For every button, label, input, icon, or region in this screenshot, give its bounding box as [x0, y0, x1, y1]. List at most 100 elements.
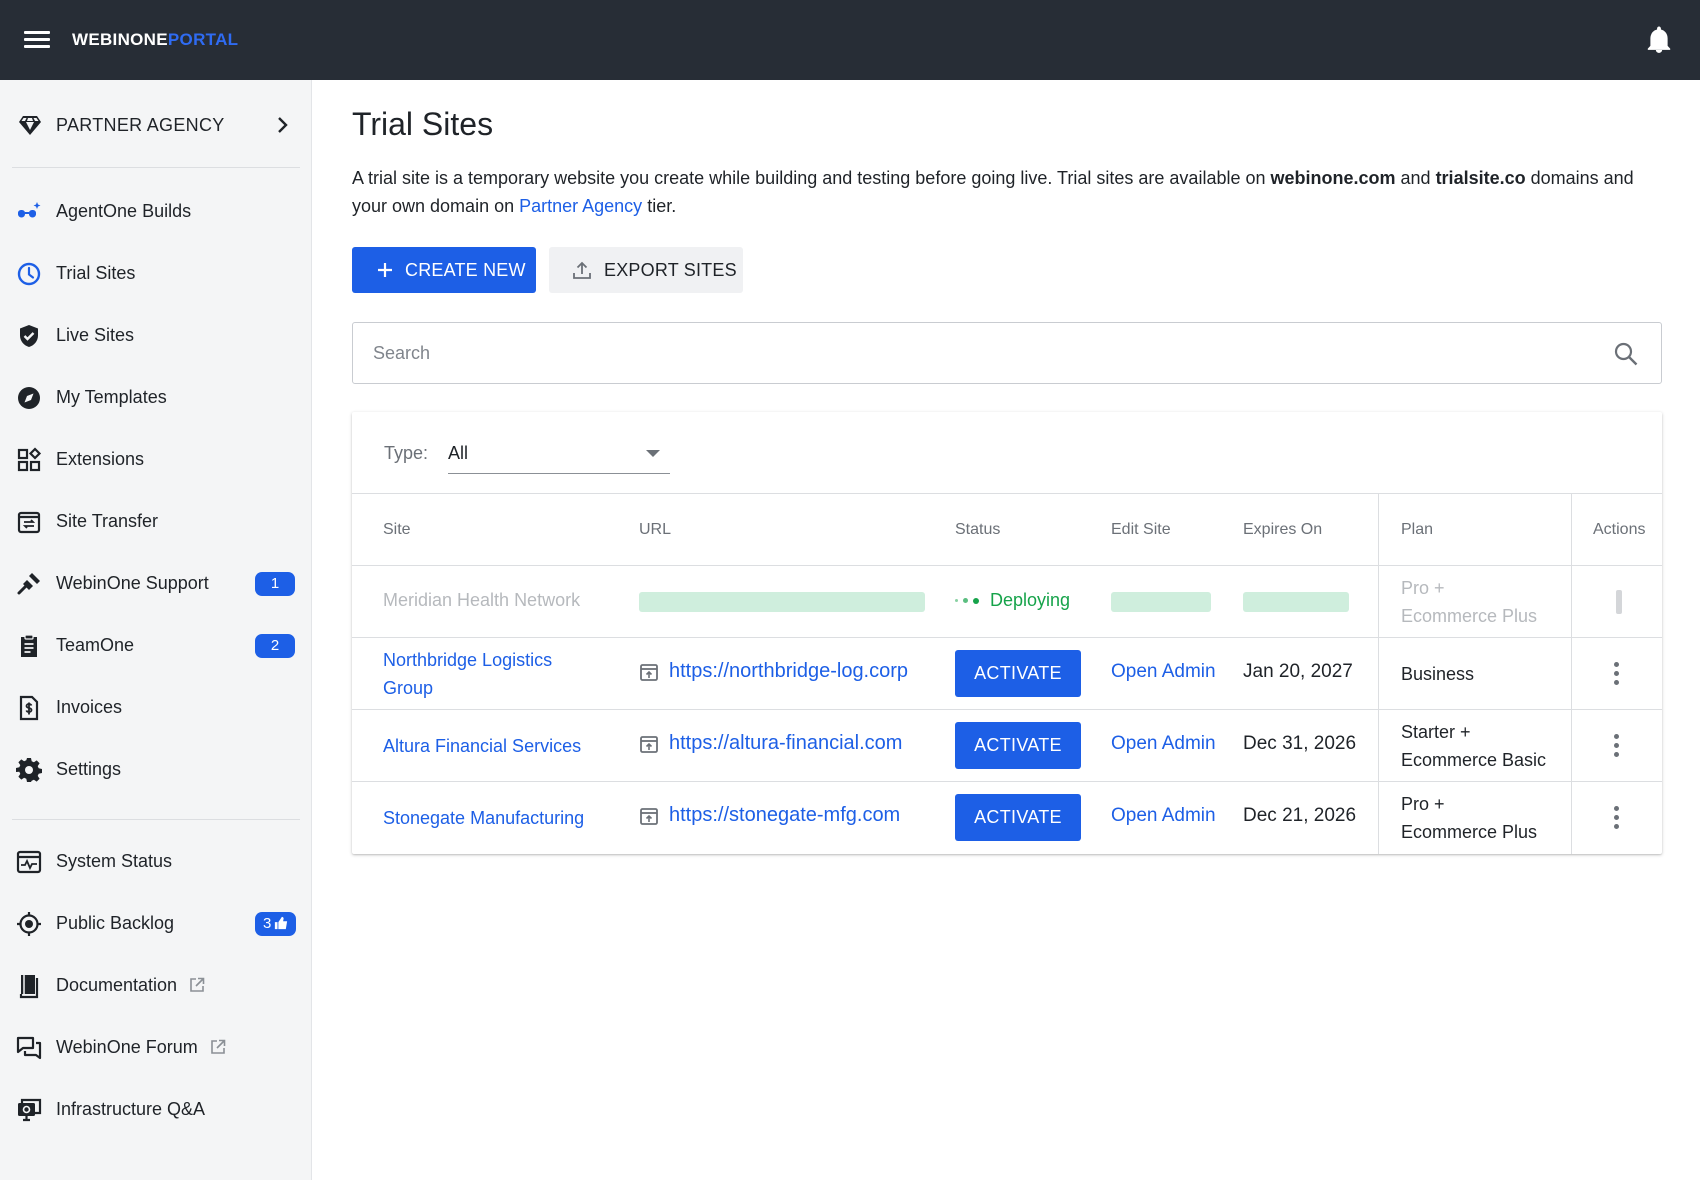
menu-icon[interactable] [24, 29, 50, 51]
sidebar-item-label: Site Transfer [56, 511, 159, 531]
expires-date: Jan 20, 2027 [1243, 661, 1353, 682]
open-in-new-window-icon [640, 735, 658, 753]
create-new-button[interactable]: CREATE NEW [352, 247, 536, 293]
more-actions-icon[interactable] [1610, 804, 1622, 832]
monitor-qa-icon [18, 1098, 42, 1122]
plan-cell: Business [1401, 660, 1474, 688]
table-row: Stonegate Manufacturing https://stonegat… [352, 782, 1662, 854]
plan-cell: Pro + Ecommerce Plus [1401, 790, 1537, 846]
open-in-new-window-icon [640, 807, 658, 825]
plan-cell: Starter + Ecommerce Basic [1401, 718, 1546, 774]
sidebar: PARTNER AGENCY AgentOne Builds Trial Sit… [0, 80, 312, 1180]
type-filter-bar: Type: All [352, 412, 1662, 494]
table-row: Northbridge Logistics Group https://nort… [352, 638, 1662, 710]
table-header: Site URL Status Edit Site Expires On Pla… [352, 494, 1662, 566]
gear-icon [16, 758, 42, 782]
open-admin-link[interactable]: Open Admin [1111, 661, 1216, 683]
type-filter-select[interactable]: All [448, 434, 670, 474]
compass-icon [18, 387, 40, 409]
site-link[interactable]: Northbridge Logistics Group [383, 646, 552, 702]
target-icon [17, 912, 41, 936]
sidebar-item-documentation[interactable]: Documentation [0, 955, 312, 1015]
sidebar-item-site-transfer[interactable]: Site Transfer [0, 491, 312, 551]
diamond-icon [19, 116, 41, 135]
intro-part: tier. [642, 196, 677, 216]
site-url: https://altura-financial.com [669, 732, 903, 754]
site-url-link[interactable]: https://altura-financial.com [639, 732, 902, 755]
sidebar-item-extensions[interactable]: Extensions [0, 429, 312, 489]
sidebar-item-teamone[interactable]: TeamOne 2 [0, 615, 312, 675]
logo-primary: WEBINONE [72, 30, 168, 49]
sidebar-item-label: Extensions [56, 449, 145, 469]
more-actions-icon[interactable] [1610, 732, 1622, 760]
sidebar-item-agentone-builds[interactable]: AgentOne Builds [0, 181, 312, 241]
logo-secondary: PORTAL [167, 30, 239, 49]
site-link[interactable]: Altura Financial Services [383, 732, 581, 760]
sidebar-item-system-status[interactable]: System Status [0, 831, 312, 891]
site-url-link[interactable]: https://stonegate-mfg.com [639, 804, 900, 827]
site-link[interactable]: Stonegate Manufacturing [383, 804, 584, 832]
site-url-link[interactable]: https://northbridge-log.corp [639, 660, 908, 683]
system-status-icon [16, 850, 42, 874]
sidebar-item-trial-sites[interactable]: Trial Sites [0, 243, 312, 303]
table-row-deploying: Meridian Health Network Deploying Pro + … [352, 566, 1662, 638]
intro-part: and [1395, 168, 1436, 188]
sidebar-divider [12, 167, 300, 168]
thumbs-up-icon [275, 916, 288, 930]
column-header-site[interactable]: Site [383, 521, 411, 539]
search-input[interactable] [373, 339, 1593, 367]
more-actions-icon[interactable] [1610, 660, 1622, 688]
backlog-votes-count: 3 [263, 915, 272, 932]
expires-date: Dec 21, 2026 [1243, 805, 1357, 826]
plan-line: Ecommerce Plus [1401, 822, 1538, 842]
column-header-plan[interactable]: Plan [1401, 521, 1433, 539]
column-header-edit-site[interactable]: Edit Site [1111, 521, 1171, 539]
search-icon[interactable] [1613, 341, 1639, 367]
sidebar-item-settings[interactable]: Settings [0, 739, 312, 799]
export-sites-label: EXPORT SITES [604, 259, 737, 280]
column-header-url[interactable]: URL [639, 521, 671, 539]
sidebar-item-label: TeamOne [56, 635, 135, 655]
type-filter-label: Type: [384, 443, 429, 463]
partner-agency-selector[interactable]: PARTNER AGENCY [0, 80, 312, 168]
activate-button[interactable]: ACTIVATE [955, 794, 1081, 841]
sidebar-item-label: Settings [56, 759, 122, 779]
sidebar-item-webinone-forum[interactable]: WebinOne Forum [0, 1017, 312, 1077]
sidebar-item-webinone-support[interactable]: WebinOne Support 1 [0, 553, 312, 613]
notifications-bell-icon[interactable] [1646, 26, 1672, 54]
sidebar-item-label: My Templates [56, 387, 167, 407]
top-bar: WEBINONEPORTAL [0, 0, 1700, 80]
activate-button[interactable]: ACTIVATE [955, 722, 1081, 769]
intro-text: A trial site is a temporary website you … [352, 164, 1662, 220]
sidebar-item-label: Infrastructure Q&A [56, 1099, 206, 1119]
teamone-count-badge: 2 [255, 634, 295, 658]
expires-date: Dec 31, 2026 [1243, 733, 1357, 754]
column-header-status[interactable]: Status [955, 521, 1000, 539]
export-sites-button[interactable]: EXPORT SITES [549, 247, 743, 293]
sidebar-item-label: System Status [56, 851, 173, 871]
sidebar-item-label: WebinOne Forum [56, 1037, 226, 1058]
status-label: Deploying [990, 590, 1071, 610]
column-header-expires-on[interactable]: Expires On [1243, 521, 1322, 539]
app-logo[interactable]: WEBINONEPORTAL [72, 30, 238, 50]
url-skeleton [639, 592, 925, 612]
site-url: https://northbridge-log.corp [669, 660, 909, 682]
sidebar-item-my-templates[interactable]: My Templates [0, 367, 312, 427]
forum-label: WebinOne Forum [56, 1037, 198, 1057]
open-in-new-window-icon [640, 663, 658, 681]
edit-skeleton [1111, 592, 1211, 612]
open-admin-link[interactable]: Open Admin [1111, 805, 1216, 827]
expires-skeleton [1243, 592, 1349, 612]
site-transfer-icon [17, 511, 41, 534]
sidebar-item-infrastructure-qa[interactable]: Infrastructure Q&A [0, 1079, 312, 1139]
sites-table-card: Type: All Site URL Status Edit Site Expi… [352, 412, 1662, 854]
sidebar-item-label: Trial Sites [56, 263, 136, 283]
site-name-line: Altura Financial Services [383, 736, 582, 756]
sidebar-item-live-sites[interactable]: Live Sites [0, 305, 312, 365]
forum-icon [16, 1036, 42, 1060]
sidebar-item-invoices[interactable]: Invoices [0, 677, 312, 737]
sidebar-item-public-backlog[interactable]: Public Backlog 3 [0, 893, 312, 953]
activate-button[interactable]: ACTIVATE [955, 650, 1081, 697]
open-admin-link[interactable]: Open Admin [1111, 733, 1216, 755]
partner-agency-link[interactable]: Partner Agency [519, 196, 642, 216]
